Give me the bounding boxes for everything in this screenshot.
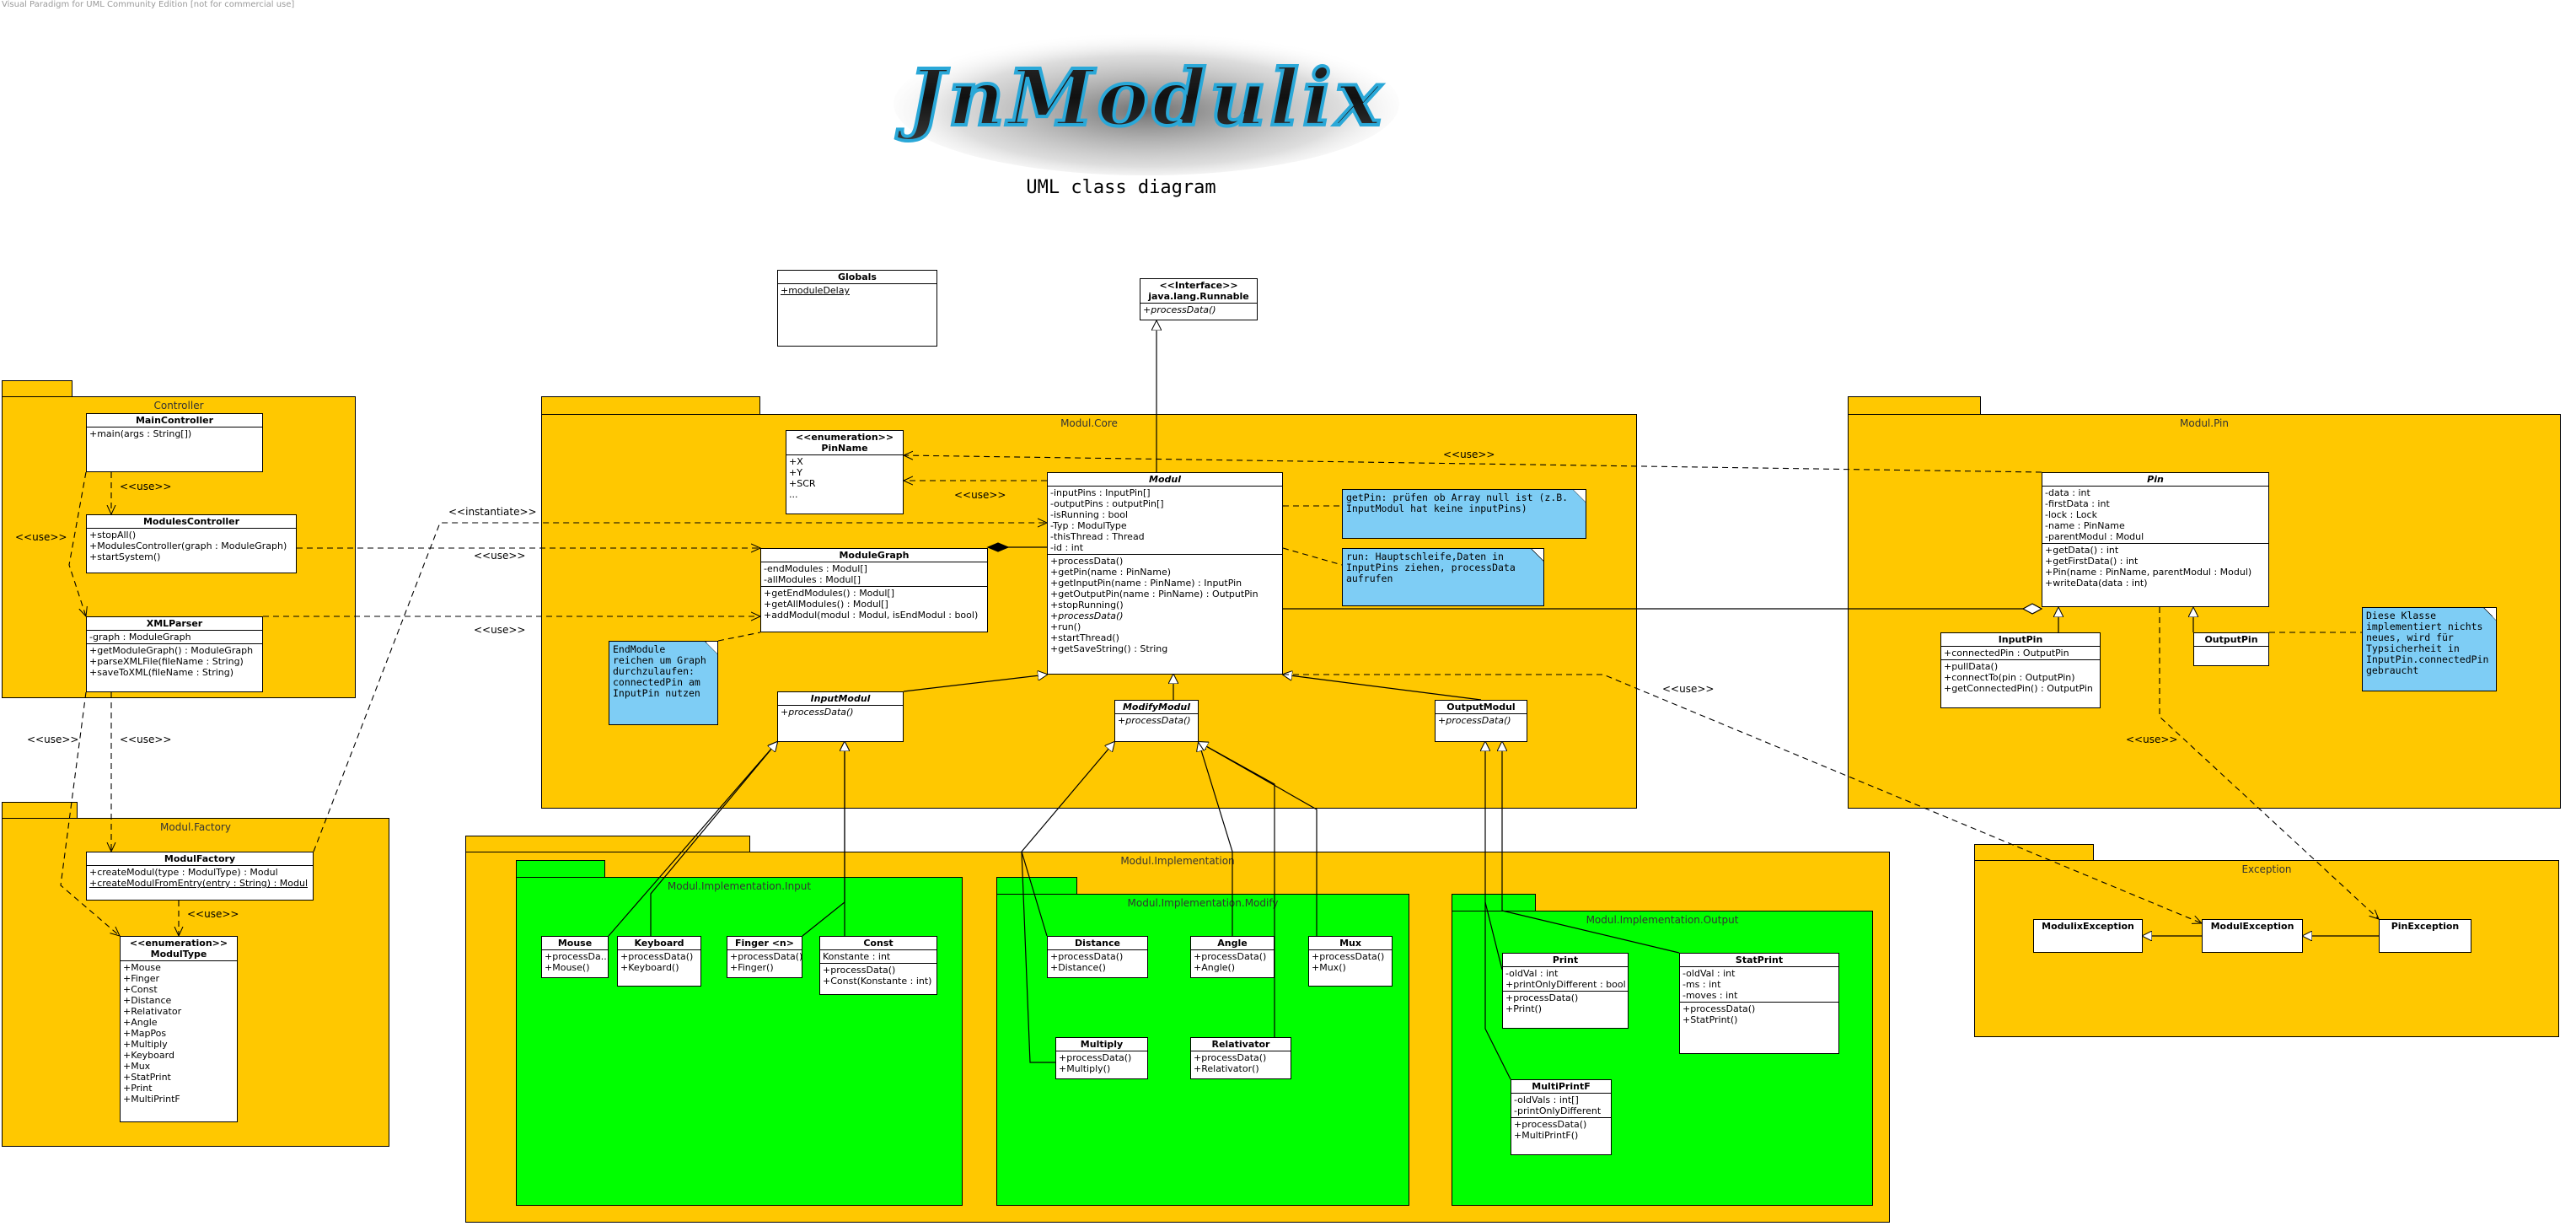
label-use-2: <<use>> — [15, 531, 67, 543]
dependency-pin-pinexception — [2159, 607, 2379, 919]
generalization-angle — [1199, 742, 1233, 936]
generalization-mouse — [608, 742, 777, 937]
label-use-11: <<use>> — [2126, 734, 2178, 745]
generalization-multiprintf — [1484, 902, 1511, 1080]
note-link-run — [1282, 547, 1343, 566]
label-use-4: <<use>> — [474, 624, 526, 636]
label-instantiate: <<instantiate>> — [448, 506, 537, 518]
label-use-9: <<use>> — [1443, 449, 1495, 460]
generalization-relativator — [1199, 742, 1275, 1037]
label-use-5: <<use>> — [27, 734, 79, 745]
note-link-endmodule — [717, 632, 761, 642]
label-use-1: <<use>> — [120, 481, 172, 492]
generalization-finger — [802, 742, 845, 937]
label-use-6: <<use>> — [120, 734, 172, 745]
aggregation-diamond — [2021, 603, 2043, 615]
generalization-inputmodul-modul — [903, 675, 1047, 692]
dependency-maincontroller-xmlparser — [68, 471, 86, 616]
relationship-connectors — [60, 0, 2576, 1080]
dependency-modul-modulexception — [1283, 674, 2202, 923]
label-use-10: <<use>> — [1662, 683, 1715, 695]
generalization-distance — [1021, 742, 1114, 937]
label-use-3: <<use>> — [474, 550, 526, 562]
generalization-outputmodul-modul — [1283, 675, 1482, 701]
composition-diamond — [986, 542, 1010, 552]
generalization-print — [1485, 742, 1503, 971]
generalization-mux — [1199, 742, 1318, 936]
generalization-multiply — [1021, 851, 1055, 1063]
label-use-8: <<use>> — [954, 489, 1006, 501]
generalization-keyboard — [650, 742, 777, 936]
label-use-7: <<use>> — [187, 908, 239, 920]
generalization-statprint — [1502, 742, 1680, 954]
